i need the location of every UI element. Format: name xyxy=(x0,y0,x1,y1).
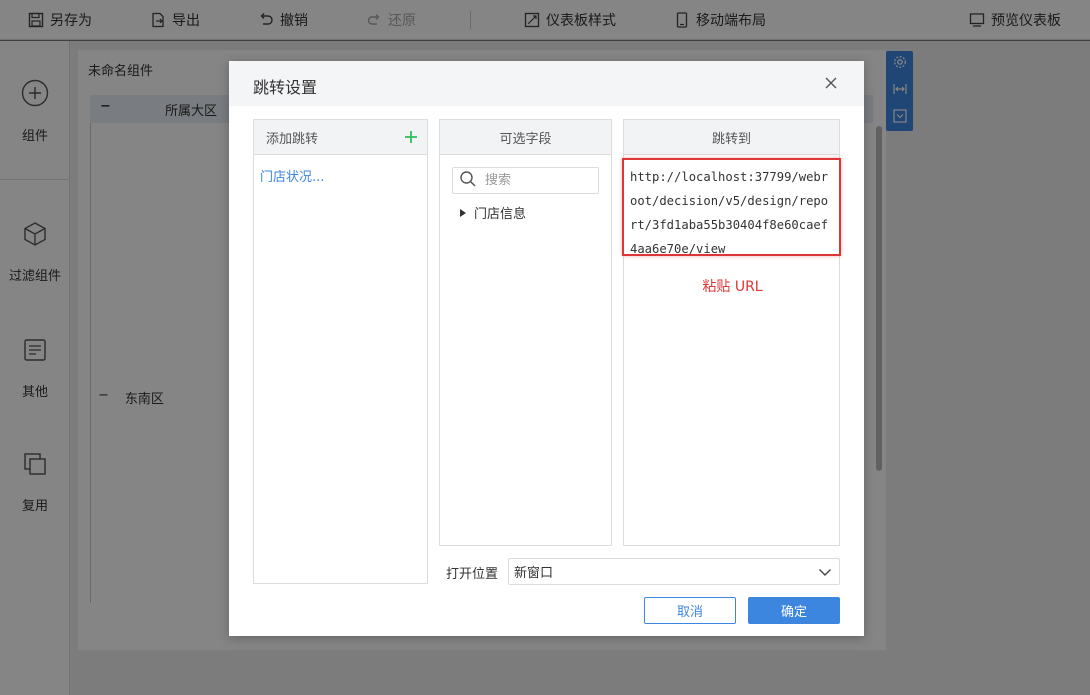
tree-node-store-info[interactable]: 门店信息 xyxy=(460,203,526,222)
dialog-header: 跳转设置 xyxy=(229,61,864,106)
panel-title: 可选字段 xyxy=(499,131,552,147)
tree-node-label: 门店信息 xyxy=(474,207,527,222)
panel-title: 添加跳转 xyxy=(266,131,319,147)
chevron-down-icon xyxy=(817,564,833,580)
add-jump-panel: 添加跳转 门店状况... xyxy=(253,119,428,584)
expand-triangle-icon[interactable] xyxy=(460,208,466,217)
add-icon[interactable] xyxy=(403,129,419,145)
fields-panel: 可选字段 门店信息 xyxy=(439,119,612,546)
panel-header: 跳转到 xyxy=(624,120,839,155)
paste-url-annotation: 粘贴 URL xyxy=(702,279,763,295)
open-position-label: 打开位置 xyxy=(446,567,499,582)
open-position-select[interactable]: 新窗口 xyxy=(508,558,840,585)
panel-header: 可选字段 xyxy=(440,120,611,155)
search-box[interactable] xyxy=(452,167,599,194)
search-icon xyxy=(459,170,477,192)
jump-to-panel: 跳转到 http://localhost:37799/webroot/decis… xyxy=(622,119,841,546)
open-position-value: 新窗口 xyxy=(514,566,554,581)
confirm-button[interactable]: 确定 xyxy=(748,597,840,624)
panel-title: 跳转到 xyxy=(711,131,751,147)
close-icon[interactable] xyxy=(823,75,839,91)
panel-header: 添加跳转 xyxy=(254,120,427,155)
url-textarea[interactable]: http://localhost:37799/webroot/decision/… xyxy=(622,158,841,256)
cancel-button[interactable]: 取消 xyxy=(644,597,736,624)
search-input[interactable] xyxy=(485,173,585,188)
jump-list-item[interactable]: 门店状况... xyxy=(260,166,324,185)
dialog-title: 跳转设置 xyxy=(253,78,318,97)
jump-settings-dialog: 跳转设置 添加跳转 门店状况... 可选字段 门店信息 跳 xyxy=(229,61,864,636)
